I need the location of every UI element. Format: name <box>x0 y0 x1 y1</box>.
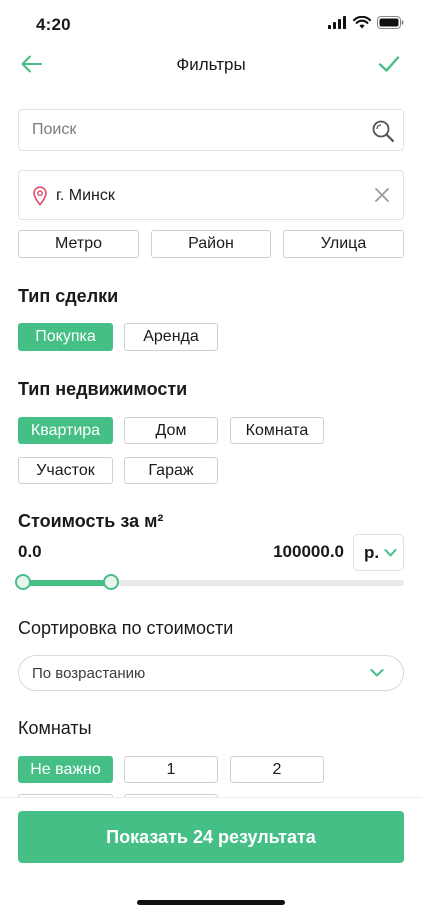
property-option-land[interactable]: Участок <box>18 457 113 484</box>
street-filter-button[interactable]: Улица <box>283 230 404 258</box>
close-icon[interactable] <box>373 186 391 204</box>
sort-select[interactable]: По возрастанию <box>18 655 404 691</box>
price-range-fill <box>23 580 111 586</box>
currency-value: р. <box>364 543 380 562</box>
currency-select[interactable]: р. <box>353 534 404 571</box>
chevron-down-icon <box>384 549 397 557</box>
apply-button[interactable] <box>376 51 402 77</box>
property-option-house[interactable]: Дом <box>124 417 218 444</box>
deal-option-rent[interactable]: Аренда <box>124 323 218 351</box>
sort-title: Сортировка по стоимости <box>18 618 234 638</box>
search-input[interactable] <box>19 110 349 150</box>
search-field <box>18 109 404 151</box>
location-value: г. Минск <box>56 187 115 204</box>
sort-value: По возрастанию <box>32 665 146 682</box>
show-results-button[interactable]: Показать 24 результата <box>18 811 404 863</box>
price-min-handle[interactable] <box>15 574 31 590</box>
search-icon[interactable] <box>371 119 395 143</box>
wifi-icon <box>353 16 371 29</box>
rooms-option-1[interactable]: 1 <box>124 756 218 783</box>
rooms-title: Комнаты <box>18 718 92 738</box>
location-field[interactable]: г. Минск <box>18 170 404 220</box>
property-option-garage[interactable]: Гараж <box>124 457 218 484</box>
cellular-signal-icon <box>328 16 346 29</box>
page-title: Фильтры <box>176 55 246 74</box>
district-filter-button[interactable]: Район <box>151 230 271 258</box>
deal-type-title: Тип сделки <box>18 286 119 306</box>
location-pin-icon <box>33 186 47 206</box>
property-option-room[interactable]: Комната <box>230 417 324 444</box>
home-indicator <box>137 900 285 905</box>
price-range-slider[interactable] <box>15 574 404 590</box>
price-max-handle[interactable] <box>102 574 119 590</box>
battery-icon <box>377 16 404 29</box>
price-min-value: 0.0 <box>18 542 42 561</box>
property-type-title: Тип недвижимости <box>18 379 188 399</box>
status-icons <box>328 16 404 29</box>
price-max-value: 100000.0 <box>273 542 344 561</box>
rooms-option-2[interactable]: 2 <box>230 756 324 783</box>
rooms-option-any[interactable]: Не важно <box>18 756 113 783</box>
price-title: Стоимость за м² <box>18 511 164 531</box>
property-option-apartment[interactable]: Квартира <box>18 417 113 444</box>
nav-bar: Фильтры <box>0 46 422 84</box>
deal-option-purchase[interactable]: Покупка <box>18 323 113 351</box>
chevron-down-icon <box>370 669 384 677</box>
status-time: 4:20 <box>36 15 71 34</box>
metro-filter-button[interactable]: Метро <box>18 230 139 258</box>
bottom-panel: Показать 24 результата <box>0 797 422 914</box>
status-bar: 4:20 <box>0 0 422 48</box>
checkmark-icon <box>378 56 400 72</box>
